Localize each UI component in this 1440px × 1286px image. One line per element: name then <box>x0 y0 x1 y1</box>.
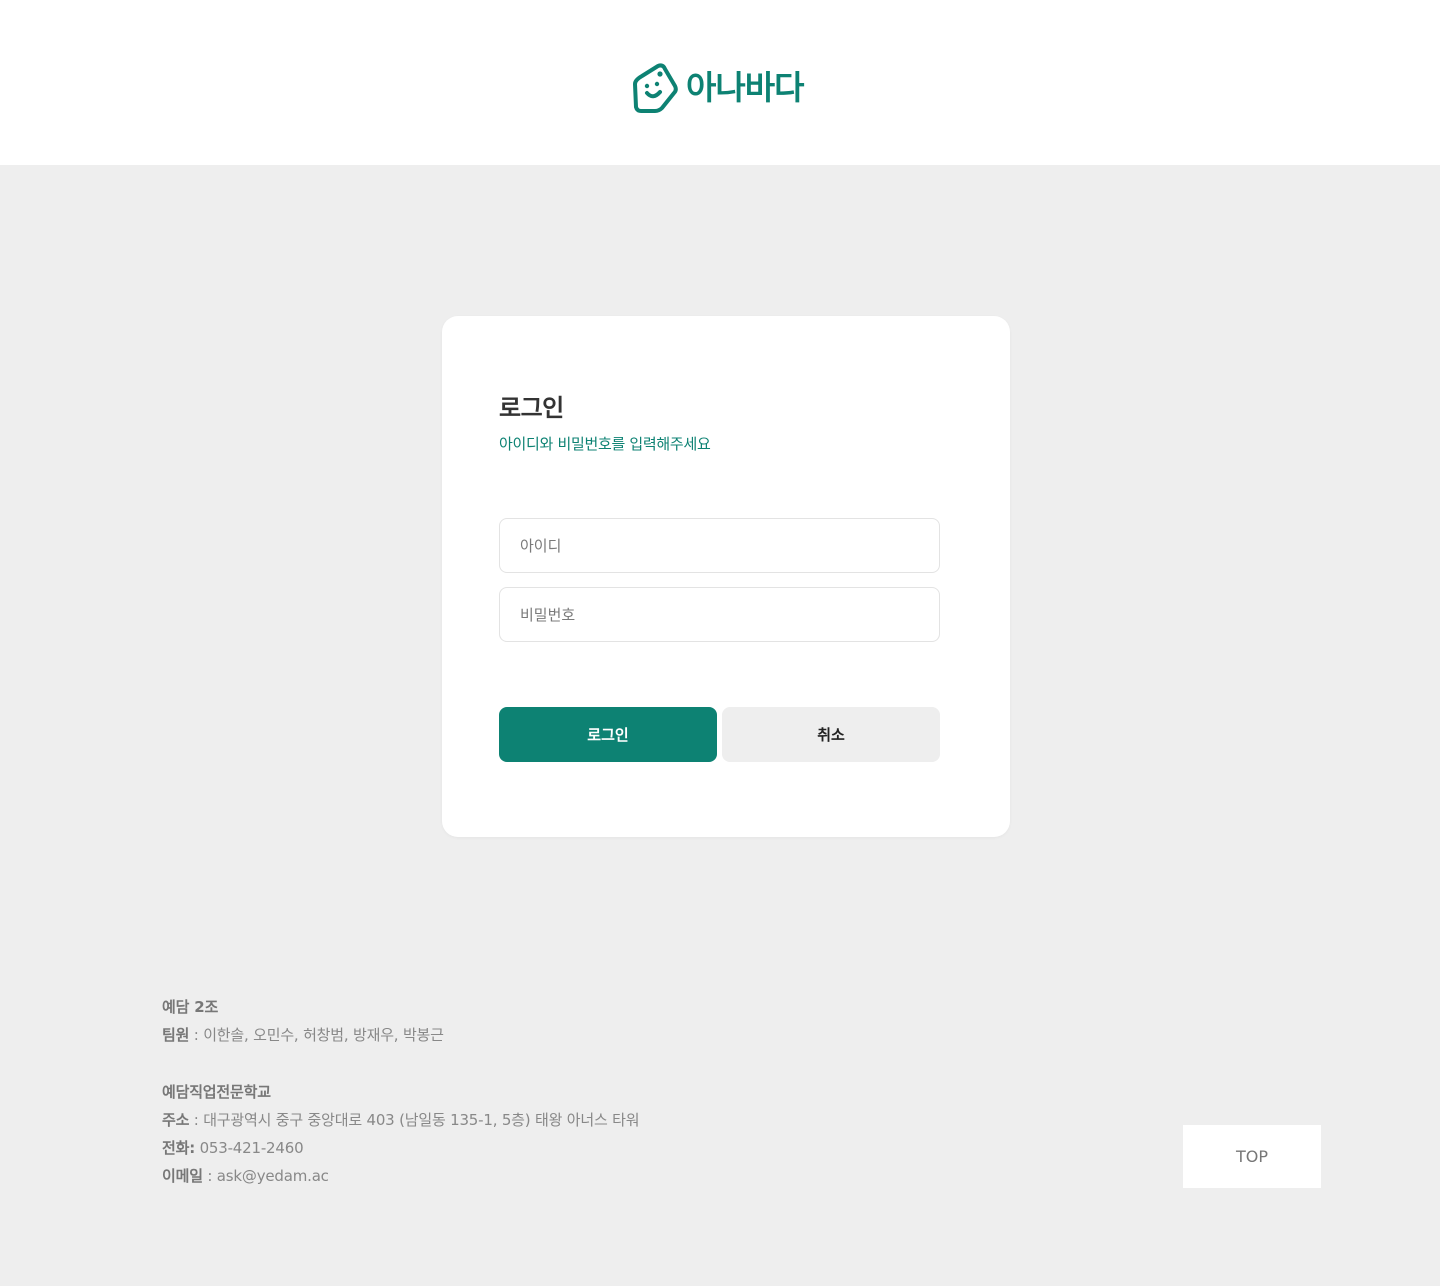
price-tag-smile-icon <box>632 62 678 114</box>
footer-members-line: 팀원 : 이한솔, 오민수, 허창범, 방재우, 박봉근 <box>162 1021 639 1049</box>
login-card: 로그인 아이디와 비밀번호를 입력해주세요 로그인 취소 <box>442 316 1010 837</box>
footer-email: : ask@yedam.ac <box>202 1167 329 1185</box>
login-title: 로그인 <box>499 394 564 422</box>
footer-members-label: 팀원 <box>162 1026 190 1044</box>
cancel-button[interactable]: 취소 <box>722 707 940 762</box>
site-header: 아나바다 <box>0 0 1440 165</box>
footer-team-line: 예담 2조 <box>162 993 639 1021</box>
password-input[interactable] <box>499 587 940 642</box>
footer-email-line: 이메일 : ask@yedam.ac <box>162 1162 639 1190</box>
footer-email-label: 이메일 <box>162 1167 203 1185</box>
footer-phone-label: 전화: <box>162 1139 195 1157</box>
footer-phone: 053-421-2460 <box>195 1139 304 1157</box>
login-subtitle: 아이디와 비밀번호를 입력해주세요 <box>499 435 711 453</box>
footer-members: : 이한솔, 오민수, 허창범, 방재우, 박봉근 <box>189 1026 444 1044</box>
footer-address: : 대구광역시 중구 중앙대로 403 (남일동 135-1, 5층) 태왕 아… <box>189 1111 640 1129</box>
footer-address-line: 주소 : 대구광역시 중구 중앙대로 403 (남일동 135-1, 5층) 태… <box>162 1106 640 1134</box>
footer-team-name: 예담 2조 <box>162 998 219 1016</box>
login-button[interactable]: 로그인 <box>499 707 717 762</box>
footer-phone-line: 전화: 053-421-2460 <box>162 1134 639 1162</box>
scroll-top-button[interactable]: TOP <box>1183 1125 1321 1188</box>
logo[interactable]: 아나바다 <box>632 62 804 114</box>
footer-school-line: 예담직업전문학교 <box>162 1078 639 1106</box>
site-footer: 예담 2조 팀원 : 이한솔, 오민수, 허창범, 방재우, 박봉근 예담직업전… <box>162 993 640 1190</box>
footer-school-name: 예담직업전문학교 <box>162 1083 271 1101</box>
footer-address-label: 주소 <box>162 1111 190 1129</box>
logo-text: 아나바다 <box>686 68 804 107</box>
username-input[interactable] <box>499 518 940 573</box>
